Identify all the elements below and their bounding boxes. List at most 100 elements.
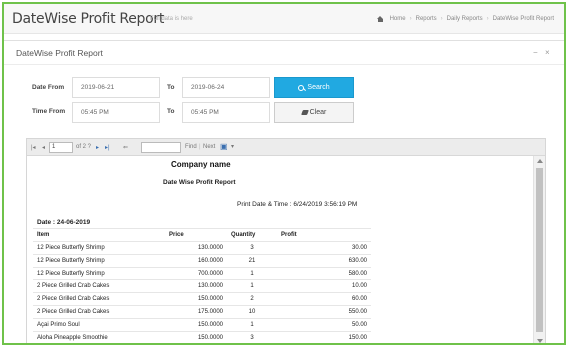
time-from-label: Time From <box>32 108 66 115</box>
time-from-input[interactable]: 05:45 PM <box>72 102 160 123</box>
table-row: 2 Piece Grilled Crab Cakes 175.0000 10 550.… <box>33 305 371 319</box>
export-icon[interactable]: ▣ <box>220 142 228 151</box>
search-button-label: Search <box>307 84 330 91</box>
find-link[interactable]: Find <box>185 144 197 150</box>
current-page-input[interactable]: 1 <box>49 142 73 153</box>
report-page: Company name Date Wise Profit Report Pri… <box>27 156 533 343</box>
table-row: 12 Piece Butterfly Shrimp 130.0000 3 30.00 <box>33 241 371 255</box>
next-link[interactable]: Next <box>203 144 215 150</box>
page-header: DateWise Profit Report Full data is here… <box>4 4 564 34</box>
cell-price: 160.0000 <box>165 254 227 268</box>
cell-profit: 30.00 <box>277 241 371 255</box>
column-header-profit: Profit <box>277 228 371 243</box>
cell-profit: 50.00 <box>277 318 371 332</box>
breadcrumb-reports[interactable]: Reports <box>416 16 437 22</box>
cell-quantity: 2 <box>227 292 277 307</box>
cell-price: 150.0000 <box>165 331 227 343</box>
cell-quantity: 3 <box>227 331 277 343</box>
table-row: Açai Primo Soul 150.0000 1 50.00 <box>33 318 371 332</box>
panel-header: DateWise Profit Report − × <box>4 41 564 65</box>
search-button[interactable]: Search <box>274 77 354 98</box>
cell-price: 130.0000 <box>165 241 227 255</box>
table-row: 2 Piece Grilled Crab Cakes 150.0000 2 60.00 <box>33 292 371 307</box>
cell-profit: 580.00 <box>277 267 371 281</box>
back-icon[interactable]: ⇐ <box>123 144 128 151</box>
cell-item: Aloha Pineapple Smoothie <box>33 331 165 343</box>
first-page-icon[interactable]: |◂ <box>31 144 36 151</box>
cell-profit: 60.00 <box>277 292 371 307</box>
column-header-item: Item <box>33 228 165 243</box>
page-count: of 2 ? <box>76 144 92 150</box>
cell-quantity: 3 <box>227 241 277 255</box>
table-row: 2 Piece Grilled Crab Cakes 130.0000 1 10.00 <box>33 279 371 294</box>
cell-price: 130.0000 <box>165 279 227 294</box>
collapse-icon[interactable]: − <box>533 48 538 57</box>
cell-price: 150.0000 <box>165 318 227 332</box>
date-group-row: Date : 24-06-2019 <box>33 216 371 230</box>
home-icon <box>376 16 384 22</box>
cell-item: 12 Piece Butterfly Shrimp <box>33 254 165 268</box>
cell-price: 175.0000 <box>165 305 227 319</box>
export-dropdown-icon[interactable]: ▾ <box>231 143 234 150</box>
table-row: 12 Piece Butterfly Shrimp 700.0000 1 580.00 <box>33 267 371 281</box>
table-row: 12 Piece Butterfly Shrimp 160.0000 21 630.0… <box>33 254 371 268</box>
cell-quantity: 1 <box>227 318 277 332</box>
breadcrumb-current: DateWise Profit Report <box>492 16 554 22</box>
cell-item: 12 Piece Butterfly Shrimp <box>33 267 165 281</box>
cell-profit: 630.00 <box>277 254 371 268</box>
table-header-row: Item Price Quantity Profit <box>33 228 371 243</box>
cell-item: 12 Piece Butterfly Shrimp <box>33 241 165 255</box>
date-group-label: Date : 24-06-2019 <box>33 216 371 230</box>
report-viewer: |◂ ◂ 1 of 2 ? ▸ ▸| ⇐ Find | Next ▣ ▾ Com… <box>26 138 546 343</box>
report-table: Date : 24-06-2019 Item Price Quantity Pr… <box>33 216 371 343</box>
date-from-input[interactable]: 2019-06-21 <box>72 77 160 98</box>
vertical-scrollbar[interactable] <box>533 156 545 343</box>
company-name: Company name <box>171 160 231 169</box>
date-from-label: Date From <box>32 84 65 91</box>
cell-price: 150.0000 <box>165 292 227 307</box>
next-page-icon[interactable]: ▸ <box>96 144 99 151</box>
breadcrumb-separator: › <box>486 16 489 22</box>
toolbar-separator: | <box>199 144 201 150</box>
cell-item: 2 Piece Grilled Crab Cakes <box>33 279 165 294</box>
cell-profit: 10.00 <box>277 279 371 294</box>
cell-item: 2 Piece Grilled Crab Cakes <box>33 305 165 319</box>
eraser-icon <box>300 110 309 115</box>
find-input[interactable] <box>141 142 181 153</box>
cell-item: 2 Piece Grilled Crab Cakes <box>33 292 165 307</box>
close-icon[interactable]: × <box>545 48 550 57</box>
cell-quantity: 1 <box>227 267 277 281</box>
report-title: Date Wise Profit Report <box>163 179 236 186</box>
time-to-label: To <box>167 108 175 115</box>
page-title: DateWise Profit Report <box>12 11 165 27</box>
cell-quantity: 21 <box>227 254 277 268</box>
search-icon <box>298 84 305 91</box>
cell-price: 700.0000 <box>165 267 227 281</box>
breadcrumb-daily-reports[interactable]: Daily Reports <box>447 16 483 22</box>
scroll-thumb[interactable] <box>536 168 543 332</box>
scroll-up-icon[interactable] <box>537 159 543 163</box>
breadcrumb-separator: › <box>409 16 412 22</box>
viewer-toolbar: |◂ ◂ 1 of 2 ? ▸ ▸| ⇐ Find | Next ▣ ▾ <box>27 139 545 156</box>
date-to-label: To <box>167 84 175 91</box>
prev-page-icon[interactable]: ◂ <box>42 144 45 151</box>
page-subtitle: Full data is here <box>150 16 193 22</box>
table-row: Aloha Pineapple Smoothie 150.0000 3 150.00 <box>33 331 371 343</box>
app-frame: DateWise Profit Report Full data is here… <box>2 2 566 345</box>
breadcrumb: Home › Reports › Daily Reports › DateWis… <box>376 16 554 22</box>
cell-profit: 550.00 <box>277 305 371 319</box>
cell-quantity: 1 <box>227 279 277 294</box>
clear-button-label: Clear <box>309 109 327 116</box>
print-date: Print Date & Time : 6/24/2019 3:56:19 PM <box>237 201 358 208</box>
column-header-quantity: Quantity <box>227 228 277 243</box>
cell-quantity: 10 <box>227 305 277 319</box>
panel-title: DateWise Profit Report <box>16 48 103 58</box>
breadcrumb-separator: › <box>440 16 443 22</box>
date-to-input[interactable]: 2019-06-24 <box>182 77 270 98</box>
scroll-down-icon[interactable] <box>537 339 543 343</box>
breadcrumb-home[interactable]: Home <box>390 16 406 22</box>
last-page-icon[interactable]: ▸| <box>105 144 110 151</box>
time-to-input[interactable]: 05:45 PM <box>182 102 270 123</box>
cell-profit: 150.00 <box>277 331 371 343</box>
clear-button[interactable]: Clear <box>274 102 354 123</box>
